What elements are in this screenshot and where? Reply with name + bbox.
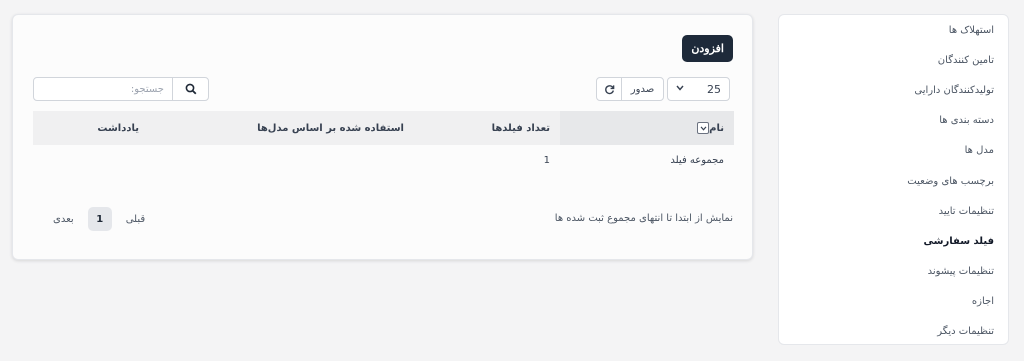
sidebar-item-permissions[interactable]: اجازه xyxy=(779,287,1008,317)
per-page-value: 25 xyxy=(707,82,721,96)
sidebar-item-status-labels[interactable]: برچسب های وضعیت xyxy=(779,166,1008,196)
main-card: افزودن 25 صدور نام تعداد فیلدها xyxy=(12,14,753,260)
column-label: استفاده شده بر اساس مدل‌ها xyxy=(257,122,404,134)
cell-used-by-models xyxy=(149,145,414,175)
search-input[interactable] xyxy=(34,78,172,100)
sidebar-item-prefix-settings[interactable]: تنظیمات پیشوند xyxy=(779,257,1008,287)
per-page-select[interactable]: 25 xyxy=(667,77,730,101)
pagination: بعدی 1 قبلی xyxy=(53,207,145,231)
sidebar-item-suppliers[interactable]: تامین کنندگان xyxy=(779,45,1008,75)
settings-sidebar: استهلاک ها تامین کنندگان تولیدکنندگان دا… xyxy=(778,14,1009,345)
sidebar-item-approval-settings[interactable]: تنظیمات تایید xyxy=(779,196,1008,226)
sidebar-item-other-settings[interactable]: تنظیمات دیگر xyxy=(779,317,1008,347)
column-header-used-by-models[interactable]: استفاده شده بر اساس مدل‌ها xyxy=(149,111,414,145)
column-header-notes[interactable]: یادداشت xyxy=(33,111,149,145)
sidebar-item-custom-fields[interactable]: فیلد سفارشی xyxy=(779,226,1008,256)
cell-name[interactable]: مجموعه فیلد xyxy=(560,145,734,175)
table-row[interactable]: مجموعه فیلد 1 xyxy=(33,145,734,175)
previous-page-button[interactable]: قبلی xyxy=(126,214,145,225)
export-toolbar: صدور xyxy=(596,77,664,101)
cell-notes xyxy=(33,145,149,175)
column-header-field-count[interactable]: تعداد فیلدها xyxy=(414,111,560,145)
column-label: تعداد فیلدها xyxy=(491,122,550,134)
column-label: نام xyxy=(709,122,724,134)
sidebar-item-depreciations[interactable]: استهلاک ها xyxy=(779,15,1008,45)
chevron-down-icon xyxy=(676,84,684,94)
cell-field-count: 1 xyxy=(543,154,550,166)
sidebar-item-categories[interactable]: دسته بندی ها xyxy=(779,106,1008,136)
add-button[interactable]: افزودن xyxy=(682,35,733,62)
refresh-icon[interactable] xyxy=(597,78,622,100)
sidebar-item-models[interactable]: مدل ها xyxy=(779,136,1008,166)
sort-icon xyxy=(697,122,710,134)
data-table: نام تعداد فیلدها استفاده شده بر اساس مدل… xyxy=(33,111,734,175)
table-info-text: نمایش از ابتدا تا انتهای مجموع ثبت شده ه… xyxy=(554,213,733,224)
page-number-button[interactable]: 1 xyxy=(87,207,112,231)
table-header: نام تعداد فیلدها استفاده شده بر اساس مدل… xyxy=(33,111,734,145)
sidebar-item-manufacturers[interactable]: تولیدکنندگان دارایی xyxy=(779,75,1008,105)
next-page-button[interactable]: بعدی xyxy=(53,214,74,225)
column-label: یادداشت xyxy=(97,122,139,134)
column-header-name[interactable]: نام xyxy=(560,111,734,145)
search-icon[interactable] xyxy=(172,78,208,100)
search-box xyxy=(33,77,209,101)
export-button[interactable]: صدور xyxy=(622,78,663,100)
